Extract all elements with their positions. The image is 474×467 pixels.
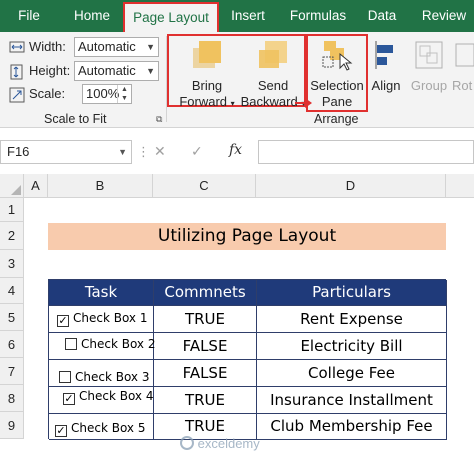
more-dots-icon: ⋮	[137, 144, 150, 159]
spinner-arrows-icon[interactable]: ▲ ▼	[117, 85, 131, 103]
scale-spinner[interactable]: 100% ▲ ▼	[82, 84, 132, 104]
height-select[interactable]: Automatic ▼	[74, 61, 159, 81]
checkbox-1[interactable]: ✓ Check Box 1	[57, 311, 147, 327]
dialog-launcher-icon[interactable]: ⧉	[156, 114, 162, 125]
name-box[interactable]: F16 ▼	[0, 140, 132, 164]
table-cell-particular[interactable]: College Fee	[257, 360, 447, 387]
row-header-6[interactable]: 6	[0, 331, 24, 358]
tab-formulas[interactable]: Formulas	[283, 0, 353, 32]
table-cell-task[interactable]: ✓ Check Box 1	[49, 306, 154, 333]
group-icon	[415, 41, 443, 69]
tab-file[interactable]: File	[10, 0, 48, 32]
column-header-e[interactable]	[446, 174, 474, 198]
row-header-3[interactable]: 3	[0, 250, 24, 278]
table-cell-comment[interactable]: TRUE	[154, 306, 257, 333]
table-header-comments[interactable]: Commnets	[154, 280, 257, 306]
tab-data[interactable]: Data	[362, 0, 402, 32]
row-header-7[interactable]: 7	[0, 358, 24, 385]
table-cell-comment[interactable]: TRUE	[154, 387, 257, 414]
table-cell-particular[interactable]: Club Membership Fee	[257, 414, 447, 440]
chevron-down-icon: ▼	[146, 66, 155, 76]
row-header-5[interactable]: 5	[0, 304, 24, 331]
row-header-8[interactable]: 8	[0, 385, 24, 412]
scale-label: Scale:	[29, 86, 66, 101]
align-icon	[375, 41, 393, 69]
tab-review[interactable]: Review	[416, 0, 472, 32]
rotate-icon	[455, 43, 474, 67]
enter-icon[interactable]: ✓	[191, 143, 203, 160]
table-cell-comment[interactable]: FALSE	[154, 333, 257, 360]
selection-pane-button[interactable]: Selection Pane	[306, 38, 368, 110]
table-cell-task[interactable]: ✓ Check Box 4	[49, 387, 154, 414]
bring-forward-button[interactable]: Bring Forward ▾	[172, 38, 242, 112]
ribbon-body: Width: Automatic ▼ Height: Automatic ▼ Sca…	[0, 32, 474, 128]
align-button[interactable]: Align	[368, 38, 404, 94]
rotate-button[interactable]: Rot	[452, 38, 474, 94]
table-cell-task[interactable]: Check Box 2	[49, 333, 155, 360]
sheet-title[interactable]: Utilizing Page Layout	[48, 223, 446, 250]
row-header-9[interactable]: 9	[0, 412, 24, 439]
table-cell-task[interactable]: Check Box 3	[49, 360, 154, 387]
row-header-2[interactable]: 2	[0, 222, 24, 250]
chevron-down-icon: ▾	[230, 99, 235, 108]
column-header-b[interactable]: B	[48, 174, 153, 198]
ribbon-tab-bar: File Home Page Layout Insert Formulas Da…	[0, 0, 474, 32]
row-header-1[interactable]: 1	[0, 198, 24, 222]
checkmark-icon: ✓	[55, 424, 67, 437]
column-header-c[interactable]: C	[153, 174, 256, 198]
table-header-task[interactable]: Task	[49, 280, 154, 306]
table-cell-comment[interactable]: FALSE	[154, 360, 257, 387]
checkmark-icon: ✓	[63, 392, 75, 405]
row-header-4[interactable]: 4	[0, 278, 24, 304]
send-backward-icon	[259, 41, 287, 68]
table-cell-particular[interactable]: Rent Expense	[257, 306, 447, 333]
data-table: Task Commnets Particulars ✓ Check Box 1 T…	[48, 279, 447, 440]
height-icon	[9, 64, 25, 85]
table-cell-particular[interactable]: Electricity Bill	[257, 333, 447, 360]
exceldemy-logo-icon	[180, 436, 194, 450]
checkmark-icon: ✓	[57, 314, 69, 327]
worksheet-grid: A B C D 1 2 3 4 5 6 7 8 9 Utilizing Page…	[0, 174, 474, 467]
tab-insert[interactable]: Insert	[224, 0, 272, 32]
watermark-logo: exceldemy	[180, 436, 260, 451]
formula-bar: F16 ▼ ⋮ ✕ ✓ fx	[0, 135, 474, 167]
tab-page-layout[interactable]: Page Layout	[123, 2, 219, 32]
formula-input[interactable]	[258, 140, 474, 164]
checkbox-2[interactable]: Check Box 2	[65, 337, 155, 351]
checkbox-3[interactable]: Check Box 3	[59, 370, 149, 384]
width-icon	[9, 40, 25, 59]
bring-forward-icon	[193, 41, 221, 68]
arrange-group-label: Arrange	[314, 112, 359, 126]
scale-to-fit-group-label: Scale to Fit	[44, 112, 107, 126]
tab-home[interactable]: Home	[66, 0, 118, 32]
table-cell-particular[interactable]: Insurance Installment	[257, 387, 447, 414]
table-cell-task[interactable]: ✓ Check Box 5	[49, 414, 154, 440]
table-header-particulars[interactable]: Particulars	[257, 280, 447, 306]
insert-function-icon[interactable]: fx	[229, 142, 242, 158]
chevron-down-icon[interactable]: ▼	[118, 141, 127, 163]
checkbox-5[interactable]: ✓ Check Box 5	[55, 421, 145, 437]
select-all-corner[interactable]	[0, 174, 24, 198]
column-header-d[interactable]: D	[256, 174, 446, 198]
width-label: Width:	[29, 39, 66, 54]
checkbox-4[interactable]: ✓ Check Box 4	[63, 389, 153, 405]
width-select[interactable]: Automatic ▼	[74, 37, 159, 57]
cancel-icon[interactable]: ✕	[154, 143, 166, 160]
selection-pane-icon	[322, 41, 353, 71]
column-header-a[interactable]: A	[24, 174, 48, 198]
chevron-down-icon: ▼	[146, 42, 155, 52]
group-button[interactable]: Group	[408, 38, 450, 94]
scale-icon	[9, 87, 25, 108]
height-label: Height:	[29, 63, 71, 78]
